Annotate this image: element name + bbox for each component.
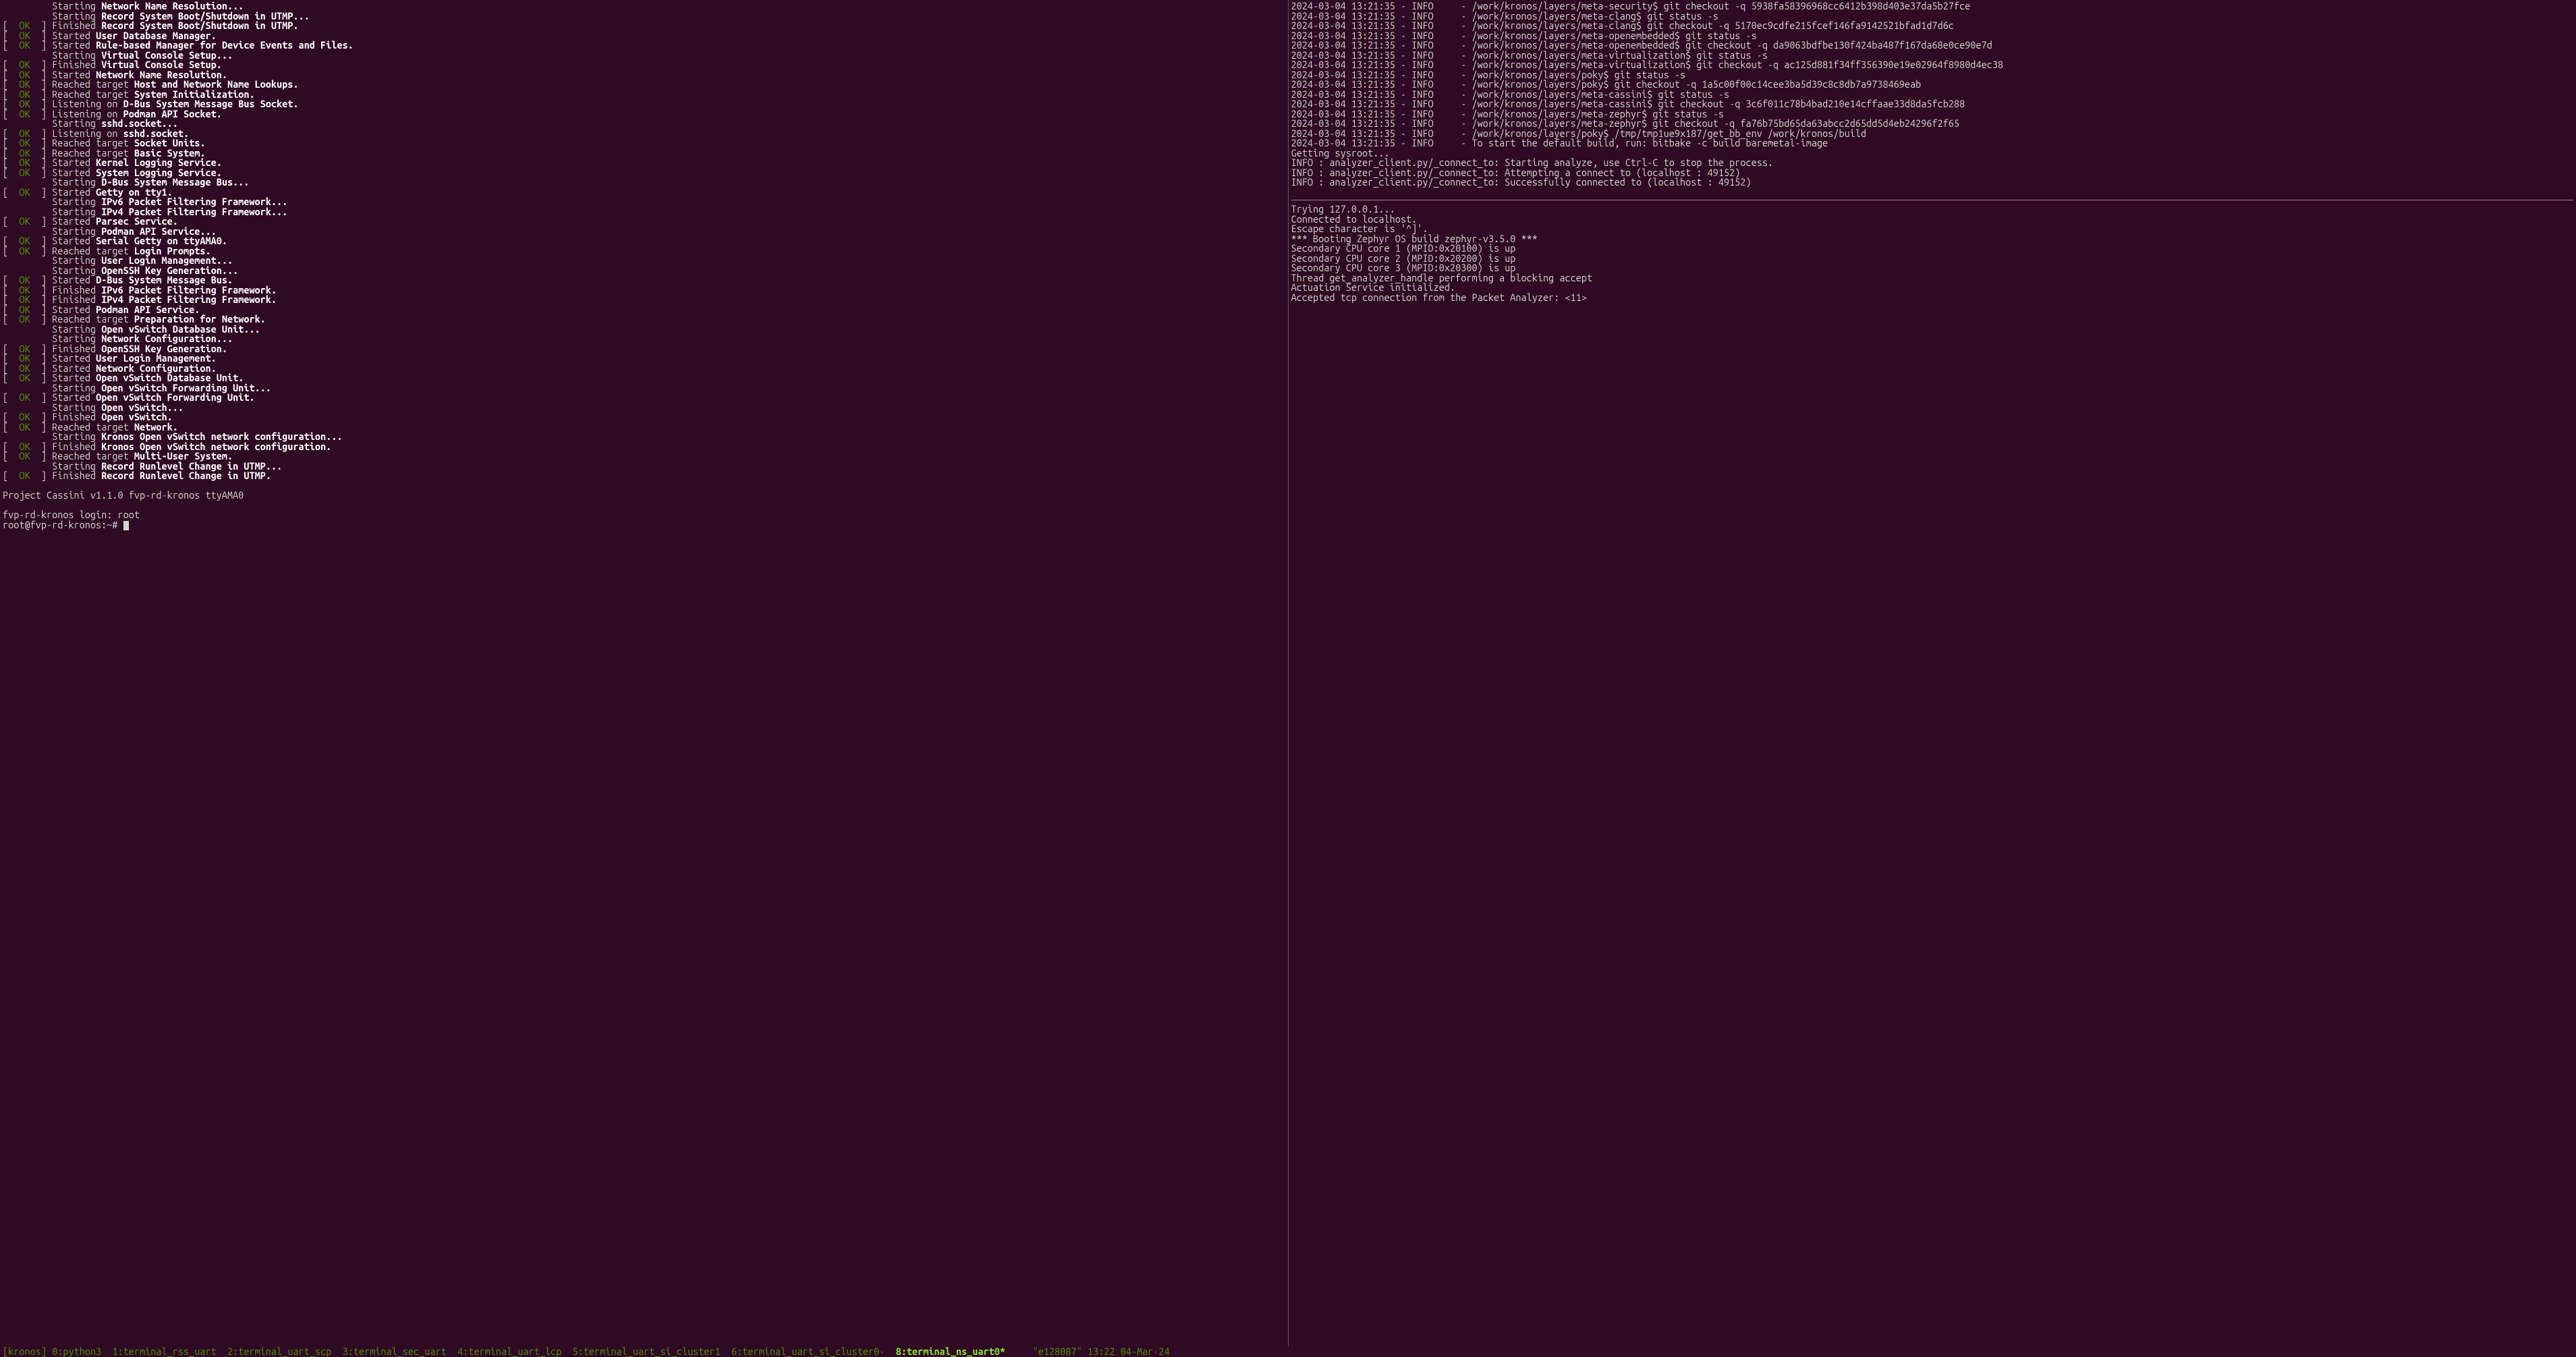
zephyr-line: Thread get_analyzer_handle performing a … [1291,273,2574,283]
tmux-status-bar[interactable]: [kronos] 0:python3 1:terminal_rss_uart 2… [0,1347,2576,1357]
cursor-icon [123,521,129,530]
boot-line: [ OK ] Finished Record Runlevel Change i… [3,471,1285,481]
blank-line [1291,188,2574,198]
status-ok: OK [19,470,30,481]
boot-verb: Finished [52,470,101,481]
tmux-window-tab[interactable]: 2:terminal_uart_scp [227,1346,343,1357]
boot-line: Starting D-Bus System Message Bus... [3,177,1285,188]
right-pane[interactable]: 2024-03-04 13:21:35 - INFO - /work/krono… [1288,0,2576,1347]
tmux-host: "e128087" [1033,1346,1088,1357]
tmux-session-name[interactable]: [kronos] [3,1346,52,1357]
banner-line: Project Cassini v1.1.0 fvp-rd-kronos tty… [3,491,1285,501]
log-line: INFO : analyzer_client.py/_connect_to: S… [1291,177,2574,188]
tmux-window-tab[interactable]: 1:terminal_rss_uart [112,1346,227,1357]
tmux-window-tab[interactable]: 4:terminal_uart_lcp [457,1346,573,1357]
shell-prompt[interactable]: root@fvp-rd-kronos:~# [3,520,1285,530]
tmux-window-tab[interactable]: 3:terminal_sec_uart [342,1346,457,1357]
boot-line: [ OK ] Listening on Podman API Socket. [3,109,1285,119]
zephyr-line: Accepted tcp connection from the Packet … [1291,293,2574,303]
boot-line: [ OK ] Started Open vSwitch Forwarding U… [3,393,1285,403]
zephyr-line: Connected to localhost. [1291,215,2574,225]
boot-line: Starting sshd.socket... [3,119,1285,129]
tmux-window-tab[interactable]: 5:terminal_uart_si_cluster1 [573,1346,731,1357]
tmux-clock: 13:22 04-Mar-24 [1088,1346,1170,1357]
log-line: 2024-03-04 13:21:35 - INFO - To start th… [1291,138,2574,148]
boot-line [3,501,1285,511]
zephyr-line: Trying 127.0.0.1... [1291,204,2574,215]
left-pane[interactable]: Starting Network Name Resolution... Star… [0,0,1288,1347]
tmux-window-tab[interactable]: 8:terminal_ns_uart0* [896,1346,1017,1357]
boot-line: Starting Open vSwitch... [3,403,1285,413]
login-prompt: fvp-rd-kronos login: root [3,510,1285,520]
boot-msg: Record Runlevel Change in UTMP. [101,470,271,481]
boot-line: [ OK ] Finished Open vSwitch. [3,412,1285,422]
tmux-window-tab[interactable]: 6:terminal_uart_si_cluster0- [731,1346,896,1357]
tmux-window-tab[interactable]: 0:python3 [52,1346,112,1357]
boot-line: Starting IPv4 Packet Filtering Framework… [3,207,1285,217]
